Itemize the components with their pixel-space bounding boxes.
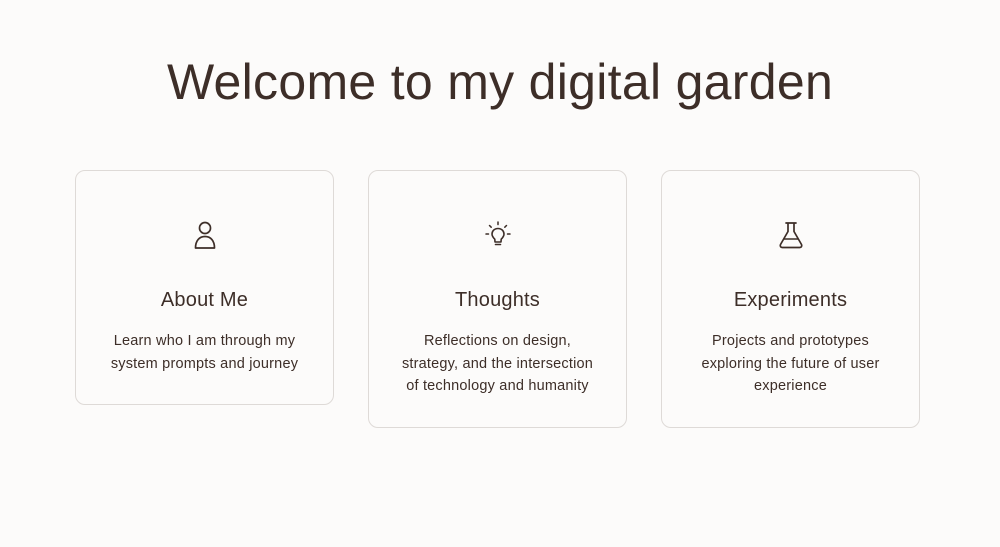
flask-icon [777,219,805,251]
lightbulb-icon [484,219,512,251]
card-about-me[interactable]: About Me Learn who I am through my syste… [75,170,334,405]
card-experiments[interactable]: Experiments Projects and prototypes expl… [661,170,920,428]
page: Welcome to my digital garden About Me Le… [0,0,1000,547]
card-thoughts[interactable]: Thoughts Reflections on design, strategy… [368,170,627,428]
card-title: About Me [160,289,249,311]
card-description: Reflections on design, strategy, and the… [401,333,594,394]
card-description: Learn who I am through my system prompts… [110,333,299,372]
card-title: Thoughts [455,289,540,311]
card-description: Projects and prototypes exploring the fu… [701,333,880,394]
page-title: Welcome to my digital garden [166,54,834,110]
card-title: Experiments [733,289,848,311]
user-icon [191,219,219,251]
